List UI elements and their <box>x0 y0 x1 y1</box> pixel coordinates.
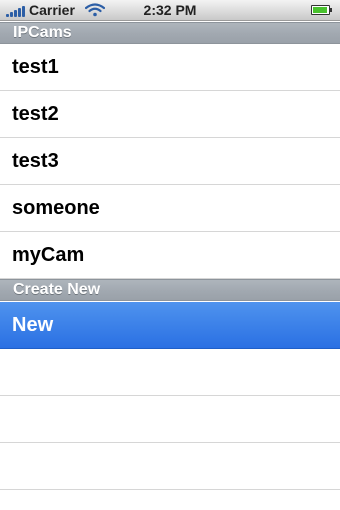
list-item[interactable]: test3 <box>0 138 340 185</box>
list-item[interactable]: myCam <box>0 232 340 279</box>
section-header-create-new: Create New <box>0 279 340 301</box>
list-item[interactable]: someone <box>0 185 340 232</box>
battery-icon <box>311 5 332 15</box>
new-camera-item[interactable]: New <box>0 302 340 349</box>
empty-row <box>0 443 340 490</box>
list-item[interactable]: test2 <box>0 91 340 138</box>
empty-row <box>0 349 340 396</box>
empty-row <box>0 396 340 443</box>
section-header-ipcams: IPCams <box>0 22 340 44</box>
status-time: 2:32 PM <box>143 2 197 18</box>
list-item[interactable]: test1 <box>0 44 340 91</box>
status-bar: Carrier 2:32 PM <box>0 0 340 21</box>
